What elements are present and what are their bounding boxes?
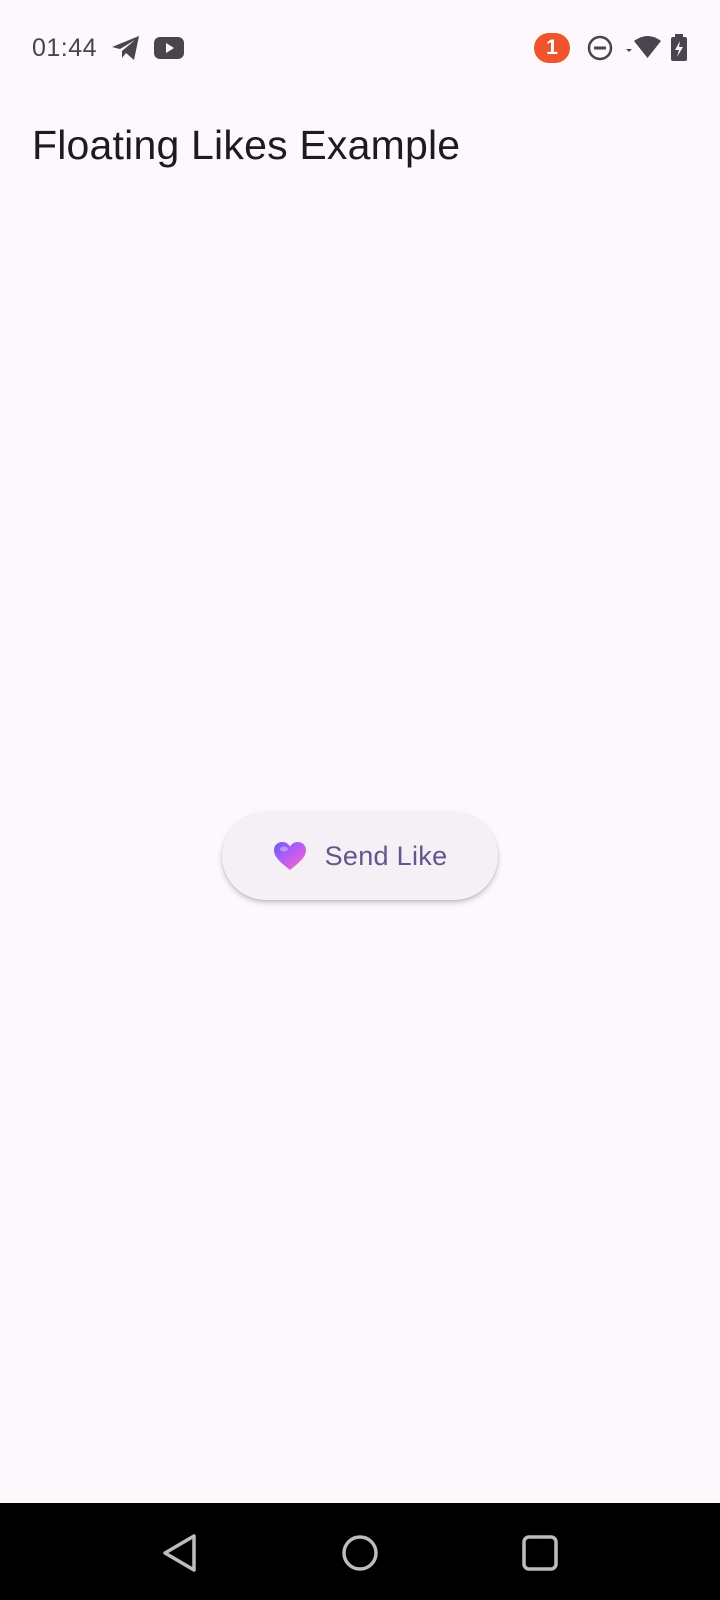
send-like-button[interactable]: Send Like (222, 812, 498, 900)
page-title: Floating Likes Example (32, 122, 461, 168)
notification-badge: 1 (534, 33, 570, 63)
status-bar-right: 1 (534, 33, 688, 63)
navigation-bar (0, 1503, 720, 1600)
status-time: 01:44 (32, 33, 98, 62)
home-icon[interactable] (338, 1531, 382, 1575)
back-icon[interactable] (158, 1531, 202, 1575)
recents-icon[interactable] (518, 1531, 562, 1575)
send-like-label: Send Like (324, 840, 448, 871)
heart-icon (273, 841, 307, 871)
telegram-icon (111, 35, 141, 61)
status-bar: 01:44 1 (0, 0, 720, 96)
wifi-icon (622, 35, 662, 61)
do-not-disturb-icon (586, 34, 614, 62)
youtube-icon (153, 36, 185, 60)
status-bar-left: 01:44 (32, 34, 197, 63)
battery-charging-icon (670, 34, 688, 62)
